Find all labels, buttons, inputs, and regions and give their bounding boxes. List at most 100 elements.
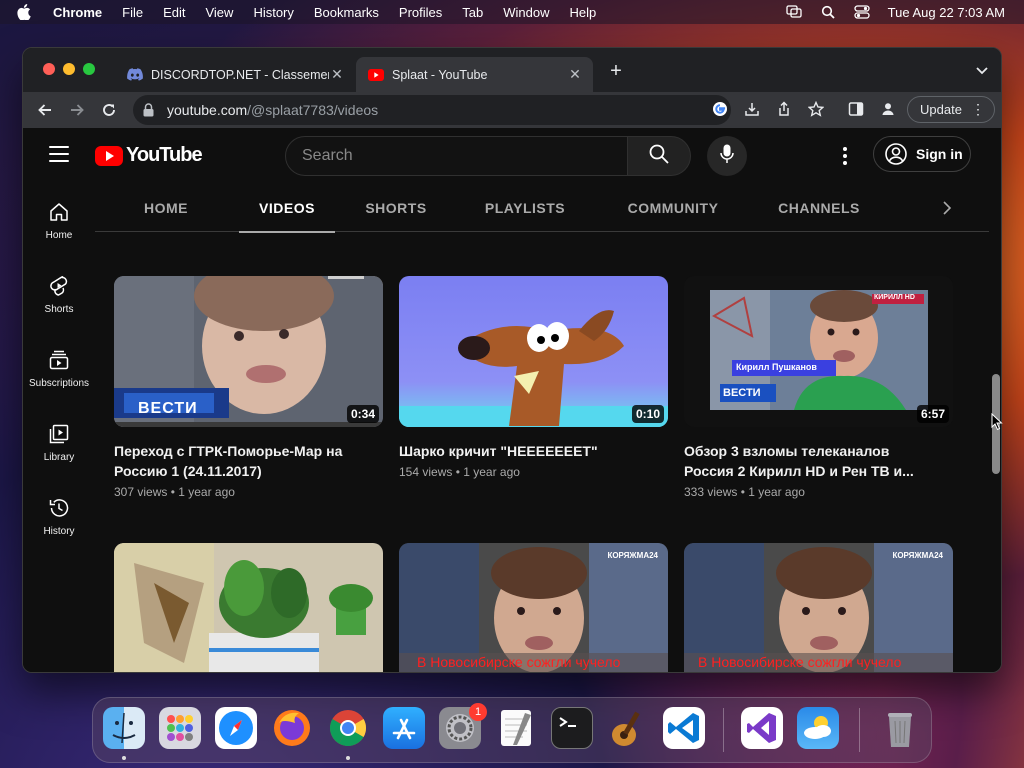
video-thumbnail[interactable]: В Новосибирске сожгли чучело КОРЯЖМА24 <box>399 543 668 672</box>
zoom-window-button[interactable] <box>83 63 95 75</box>
tab-playlists[interactable]: PLAYLISTS <box>485 184 565 232</box>
url-text: youtube.com/@splaat7783/videos <box>167 102 731 118</box>
finder-icon[interactable] <box>103 707 145 749</box>
video-meta: 154 views • 1 year ago <box>399 465 520 479</box>
video-card[interactable] <box>114 543 383 672</box>
google-lens-icon[interactable] <box>711 100 729 118</box>
video-card[interactable]: 0:10 Шарко кричит "НЕЕЕЕЕЕЕТ" 154 views … <box>399 276 668 479</box>
sidebar-item-shorts[interactable]: Shorts <box>23 258 95 332</box>
video-card[interactable]: Кирилл Пушканов ВЕСТИ КИРИЛЛ HD 6:57 Обз… <box>684 276 953 499</box>
tab-home[interactable]: HOME <box>133 184 199 232</box>
menu-edit[interactable]: Edit <box>163 5 185 20</box>
weather-icon[interactable] <box>797 707 839 749</box>
tab-channels[interactable]: CHANNELS <box>777 184 861 232</box>
share-icon[interactable] <box>775 100 793 118</box>
sidebar-item-home[interactable]: Home <box>23 184 95 258</box>
close-tab-icon[interactable]: ✕ <box>329 66 345 83</box>
terminal-icon[interactable] <box>551 707 593 749</box>
trash-icon[interactable] <box>879 707 921 749</box>
video-title-line: Россию 1 (24.11.2017) <box>114 463 262 479</box>
lock-icon[interactable] <box>143 103 157 117</box>
bookmark-star-icon[interactable] <box>807 100 825 118</box>
sidebar-item-library[interactable]: Library <box>23 406 95 480</box>
safari-icon[interactable] <box>215 707 257 749</box>
subscriptions-icon <box>47 348 71 372</box>
menubar-clock[interactable]: Tue Aug 22 7:03 AM <box>888 5 1005 20</box>
video-thumbnail[interactable]: 0:10 <box>399 276 668 427</box>
menu-app-name[interactable]: Chrome <box>53 5 102 20</box>
menu-profiles[interactable]: Profiles <box>399 5 442 20</box>
app-store-icon[interactable] <box>383 707 425 749</box>
reload-icon[interactable] <box>99 100 119 120</box>
tab-community[interactable]: COMMUNITY <box>625 184 721 232</box>
back-icon[interactable] <box>35 100 55 120</box>
forward-icon[interactable] <box>67 100 87 120</box>
video-title[interactable]: Переход с ГТРК-Поморье-Мар на Россию 1 (… <box>114 441 364 481</box>
profile-icon[interactable] <box>879 100 897 118</box>
settings-more-icon[interactable] <box>835 146 855 166</box>
screen-mirroring-icon[interactable] <box>786 4 802 20</box>
textedit-icon[interactable] <box>495 707 537 749</box>
video-thumbnail[interactable]: Кирилл Пушканов ВЕСТИ КИРИЛЛ HD 6:57 <box>684 276 953 427</box>
menu-file[interactable]: File <box>122 5 143 20</box>
control-center-icon[interactable] <box>854 4 870 20</box>
tab-videos[interactable]: VIDEOS <box>239 184 335 233</box>
launchpad-icon[interactable] <box>159 707 201 749</box>
close-tab-icon[interactable]: ✕ <box>567 66 583 83</box>
video-card[interactable]: В Новосибирске сожгли чучело КОРЯЖМА24 <box>399 543 668 672</box>
voice-search-button[interactable] <box>707 136 747 176</box>
minimize-window-button[interactable] <box>63 63 75 75</box>
thumbnail-badge: КИРИЛЛ HD <box>874 294 915 301</box>
guide-menu-icon[interactable] <box>49 146 69 162</box>
menu-history[interactable]: History <box>253 5 293 20</box>
side-panel-icon[interactable] <box>847 100 865 118</box>
video-title-line: Шарко кричит "НЕЕЕЕЕЕЕТ" <box>399 443 598 459</box>
update-chrome-button[interactable]: Update ⋮ <box>907 96 995 123</box>
video-thumbnail[interactable]: ВЕСТИ 0:34 <box>114 276 383 427</box>
sidebar-item-label: Subscriptions <box>28 378 90 389</box>
channel-tabs: HOME VIDEOS SHORTS PLAYLISTS COMMUNITY C… <box>95 184 989 233</box>
youtube-logo[interactable]: YouTube <box>95 144 203 167</box>
video-title-line: Переход с ГТРК-Поморье-Мар на <box>114 443 343 459</box>
sidebar-item-history[interactable]: History <box>23 480 95 554</box>
spotlight-search-icon[interactable] <box>820 4 836 20</box>
apple-icon[interactable] <box>17 0 37 24</box>
menu-bookmarks[interactable]: Bookmarks <box>314 5 379 20</box>
search-input[interactable]: Search <box>285 136 628 176</box>
vscode-icon[interactable] <box>663 707 705 749</box>
shorts-icon <box>47 274 71 298</box>
thumbnail-logo-text: ВЕСТИ <box>723 387 761 399</box>
sidebar-item-subscriptions[interactable]: Subscriptions <box>23 332 95 406</box>
video-title[interactable]: Шарко кричит "НЕЕЕЕЕЕЕТ" <box>399 441 649 461</box>
menu-help[interactable]: Help <box>570 5 597 20</box>
tab-discordtop[interactable]: DISCORDTOP.NET - Classement ✕ <box>115 57 355 92</box>
address-bar[interactable]: youtube.com/@splaat7783/videos <box>133 95 731 125</box>
video-card[interactable]: ВЕСТИ 0:34 Переход с ГТРК-Поморье-Мар на… <box>114 276 383 499</box>
firefox-icon[interactable] <box>271 707 313 749</box>
chevron-right-icon[interactable] <box>935 196 959 220</box>
video-card[interactable]: В Новосибирске сожгли чучело КОРЯЖМА24 <box>684 543 953 672</box>
video-thumbnail[interactable]: В Новосибирске сожгли чучело КОРЯЖМА24 <box>684 543 953 672</box>
menu-tab[interactable]: Tab <box>462 5 483 20</box>
close-window-button[interactable] <box>43 63 55 75</box>
video-thumbnail[interactable] <box>114 543 383 672</box>
sign-in-button[interactable]: Sign in <box>873 136 971 172</box>
dock: 1 <box>92 697 932 763</box>
video-title[interactable]: Обзор 3 взломы телеканалов Россия 2 Кири… <box>684 441 934 481</box>
menu-window[interactable]: Window <box>503 5 549 20</box>
page-scrollbar[interactable] <box>989 128 1001 672</box>
menu-view[interactable]: View <box>205 5 233 20</box>
visual-studio-icon[interactable] <box>741 707 783 749</box>
running-indicator <box>346 756 350 760</box>
tab-youtube[interactable]: Splaat - YouTube ✕ <box>356 57 593 92</box>
new-tab-button[interactable]: + <box>607 61 625 81</box>
tab-shorts[interactable]: SHORTS <box>365 184 427 232</box>
install-app-icon[interactable] <box>743 100 761 118</box>
microphone-icon <box>720 144 734 169</box>
chrome-icon[interactable] <box>327 707 369 749</box>
garageband-icon[interactable] <box>607 707 649 749</box>
tab-search-chevron-icon[interactable] <box>975 63 989 77</box>
sidebar-item-label: History <box>43 526 75 537</box>
search-button[interactable] <box>627 136 691 176</box>
chrome-menu-icon[interactable]: ⋮ <box>971 101 985 118</box>
